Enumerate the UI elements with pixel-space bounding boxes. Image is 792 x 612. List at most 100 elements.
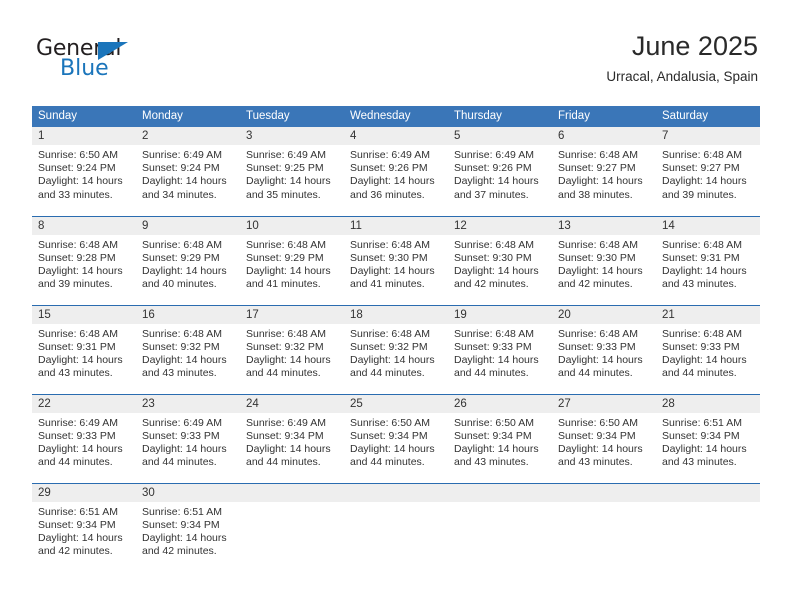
daylight-text: Daylight: 14 hours xyxy=(142,353,227,366)
calendar-day-cell[interactable]: 18 Sunrise: 6:48 AM Sunset: 9:32 PM Dayligh… xyxy=(344,304,448,394)
calendar-day-cell[interactable]: 10 Sunrise: 6:48 AM Sunset: 9:29 PM Dayligh… xyxy=(240,215,344,305)
calendar-day-cell[interactable]: 20 Sunrise: 6:48 AM Sunset: 9:33 PM Dayligh… xyxy=(552,304,656,394)
calendar-day-cell[interactable]: 9 Sunrise: 6:48 AM Sunset: 9:29 PM Daylight… xyxy=(136,215,240,305)
day-details: Sunrise: 6:48 AM Sunset: 9:29 PM Daylight:… xyxy=(240,235,344,292)
page-title: June 2025 xyxy=(631,31,758,61)
calendar-body: 1 Sunrise: 6:50 AM Sunset: 9:24 PM Daylight… xyxy=(32,127,760,572)
daylight-text: and 33 minutes. xyxy=(38,188,113,201)
calendar-day-cell[interactable]: 24 Sunrise: 6:49 AM Sunset: 9:34 PM Dayligh… xyxy=(240,393,344,483)
calendar-day-cell[interactable]: 2 Sunrise: 6:49 AM Sunset: 9:24 PM Daylight… xyxy=(136,127,240,216)
daylight-text: and 38 minutes. xyxy=(558,188,633,201)
daylight-text: Daylight: 14 hours xyxy=(142,264,227,277)
day-details xyxy=(552,502,656,506)
calendar-day-cell[interactable]: 13 Sunrise: 6:48 AM Sunset: 9:30 PM Dayligh… xyxy=(552,215,656,305)
calendar-day-cell[interactable]: 15 Sunrise: 6:48 AM Sunset: 9:31 PM Dayligh… xyxy=(32,304,136,394)
sunrise-text: Sunrise: 6:48 AM xyxy=(142,327,222,340)
sunrise-text: Sunrise: 6:48 AM xyxy=(246,238,326,251)
sunrise-text: Sunrise: 6:48 AM xyxy=(38,327,118,340)
calendar-day-cell[interactable]: 14 Sunrise: 6:48 AM Sunset: 9:31 PM Dayligh… xyxy=(656,215,760,305)
sunrise-text: Sunrise: 6:48 AM xyxy=(558,238,638,251)
general-blue-logo: General Blue xyxy=(36,36,166,84)
sunrise-text: Sunrise: 6:49 AM xyxy=(38,416,118,429)
daylight-text: and 43 minutes. xyxy=(142,367,217,380)
sunset-text: Sunset: 9:32 PM xyxy=(142,340,220,353)
daylight-text: and 44 minutes. xyxy=(246,456,321,469)
sunset-text: Sunset: 9:30 PM xyxy=(454,251,532,264)
sunrise-text: Sunrise: 6:48 AM xyxy=(38,238,118,251)
daylight-text: Daylight: 14 hours xyxy=(350,353,435,366)
calendar-day-cell[interactable]: 21 Sunrise: 6:48 AM Sunset: 9:33 PM Dayligh… xyxy=(656,304,760,394)
daylight-text: Daylight: 14 hours xyxy=(142,531,227,544)
calendar-day-cell[interactable]: 27 Sunrise: 6:50 AM Sunset: 9:34 PM Dayligh… xyxy=(552,393,656,483)
weekday-header-thursday: Thursday xyxy=(448,106,552,127)
day-number: 6 xyxy=(552,127,656,145)
day-details: Sunrise: 6:48 AM Sunset: 9:30 PM Daylight:… xyxy=(344,235,448,292)
day-details: Sunrise: 6:48 AM Sunset: 9:30 PM Daylight:… xyxy=(552,235,656,292)
daylight-text: and 44 minutes. xyxy=(38,456,113,469)
day-details xyxy=(240,502,344,506)
sunrise-text: Sunrise: 6:48 AM xyxy=(662,149,742,161)
day-number xyxy=(552,483,656,502)
calendar-day-cell-empty xyxy=(656,482,760,572)
calendar-week-row: 15 Sunrise: 6:48 AM Sunset: 9:31 PM Dayligh… xyxy=(32,304,760,394)
day-number: 3 xyxy=(240,127,344,145)
daylight-text: and 42 minutes. xyxy=(142,545,217,558)
day-details: Sunrise: 6:48 AM Sunset: 9:31 PM Daylight:… xyxy=(32,324,136,381)
day-details: Sunrise: 6:49 AM Sunset: 9:24 PM Daylight:… xyxy=(136,145,240,202)
daylight-text: and 40 minutes. xyxy=(142,278,217,291)
sunrise-text: Sunrise: 6:48 AM xyxy=(350,238,430,251)
calendar-day-cell[interactable]: 3 Sunrise: 6:49 AM Sunset: 9:25 PM Daylight… xyxy=(240,127,344,216)
calendar-day-cell[interactable]: 5 Sunrise: 6:49 AM Sunset: 9:26 PM Daylight… xyxy=(448,127,552,216)
daylight-text: and 36 minutes. xyxy=(350,188,425,201)
sunset-text: Sunset: 9:34 PM xyxy=(38,518,116,531)
daylight-text: and 37 minutes. xyxy=(454,188,529,201)
sunset-text: Sunset: 9:26 PM xyxy=(350,162,428,175)
calendar-day-cell[interactable]: 19 Sunrise: 6:48 AM Sunset: 9:33 PM Dayligh… xyxy=(448,304,552,394)
page-header: General Blue June 2025 Urracal, Andalusi… xyxy=(0,0,792,100)
calendar-day-cell[interactable]: 23 Sunrise: 6:49 AM Sunset: 9:33 PM Dayligh… xyxy=(136,393,240,483)
day-number xyxy=(240,483,344,502)
calendar-day-cell[interactable]: 12 Sunrise: 6:48 AM Sunset: 9:30 PM Dayligh… xyxy=(448,215,552,305)
calendar-day-cell[interactable]: 30 Sunrise: 6:51 AM Sunset: 9:34 PM Dayligh… xyxy=(136,482,240,572)
sunset-text: Sunset: 9:24 PM xyxy=(38,162,116,175)
sunrise-text: Sunrise: 6:50 AM xyxy=(38,149,118,161)
daylight-text: Daylight: 14 hours xyxy=(246,353,331,366)
calendar-day-cell[interactable]: 4 Sunrise: 6:49 AM Sunset: 9:26 PM Daylight… xyxy=(344,127,448,216)
sunset-text: Sunset: 9:28 PM xyxy=(38,251,116,264)
calendar-day-cell[interactable]: 28 Sunrise: 6:51 AM Sunset: 9:34 PM Dayligh… xyxy=(656,393,760,483)
calendar-day-cell[interactable]: 22 Sunrise: 6:49 AM Sunset: 9:33 PM Dayligh… xyxy=(32,393,136,483)
daylight-text: and 43 minutes. xyxy=(38,367,113,380)
day-number: 1 xyxy=(32,127,136,145)
calendar-week-row: 29 Sunrise: 6:51 AM Sunset: 9:34 PM Dayligh… xyxy=(32,482,760,572)
daylight-text: Daylight: 14 hours xyxy=(38,531,123,544)
sunset-text: Sunset: 9:31 PM xyxy=(38,340,116,353)
calendar-day-cell[interactable]: 29 Sunrise: 6:51 AM Sunset: 9:34 PM Dayligh… xyxy=(32,482,136,572)
calendar-day-cell[interactable]: 7 Sunrise: 6:48 AM Sunset: 9:27 PM Daylight… xyxy=(656,127,760,216)
day-details: Sunrise: 6:49 AM Sunset: 9:34 PM Daylight:… xyxy=(240,413,344,470)
calendar-day-cell[interactable]: 8 Sunrise: 6:48 AM Sunset: 9:28 PM Daylight… xyxy=(32,215,136,305)
daylight-text: and 42 minutes. xyxy=(454,278,529,291)
day-number: 5 xyxy=(448,127,552,145)
daylight-text: Daylight: 14 hours xyxy=(454,175,539,188)
calendar-day-cell[interactable]: 16 Sunrise: 6:48 AM Sunset: 9:32 PM Dayligh… xyxy=(136,304,240,394)
calendar-day-cell[interactable]: 17 Sunrise: 6:48 AM Sunset: 9:32 PM Dayligh… xyxy=(240,304,344,394)
calendar-day-cell[interactable]: 25 Sunrise: 6:50 AM Sunset: 9:34 PM Dayligh… xyxy=(344,393,448,483)
daylight-text: Daylight: 14 hours xyxy=(350,264,435,277)
day-number: 11 xyxy=(344,216,448,235)
day-number xyxy=(448,483,552,502)
daylight-text: Daylight: 14 hours xyxy=(454,353,539,366)
calendar-day-cell[interactable]: 6 Sunrise: 6:48 AM Sunset: 9:27 PM Daylight… xyxy=(552,127,656,216)
calendar-table: Sunday Monday Tuesday Wednesday Thursday Frid… xyxy=(32,106,760,572)
calendar-day-cell[interactable]: 1 Sunrise: 6:50 AM Sunset: 9:24 PM Daylight… xyxy=(32,127,136,216)
daylight-text: and 44 minutes. xyxy=(246,367,321,380)
daylight-text: Daylight: 14 hours xyxy=(350,442,435,455)
calendar-day-cell[interactable]: 11 Sunrise: 6:48 AM Sunset: 9:30 PM Dayligh… xyxy=(344,215,448,305)
sunset-text: Sunset: 9:34 PM xyxy=(558,429,636,442)
weekday-header-saturday: Saturday xyxy=(656,106,760,127)
calendar-day-cell[interactable]: 26 Sunrise: 6:50 AM Sunset: 9:34 PM Dayligh… xyxy=(448,393,552,483)
sunset-text: Sunset: 9:34 PM xyxy=(662,429,740,442)
daylight-text: and 44 minutes. xyxy=(350,456,425,469)
day-details: Sunrise: 6:48 AM Sunset: 9:32 PM Daylight:… xyxy=(344,324,448,381)
sunset-text: Sunset: 9:33 PM xyxy=(662,340,740,353)
sunrise-text: Sunrise: 6:48 AM xyxy=(454,238,534,251)
